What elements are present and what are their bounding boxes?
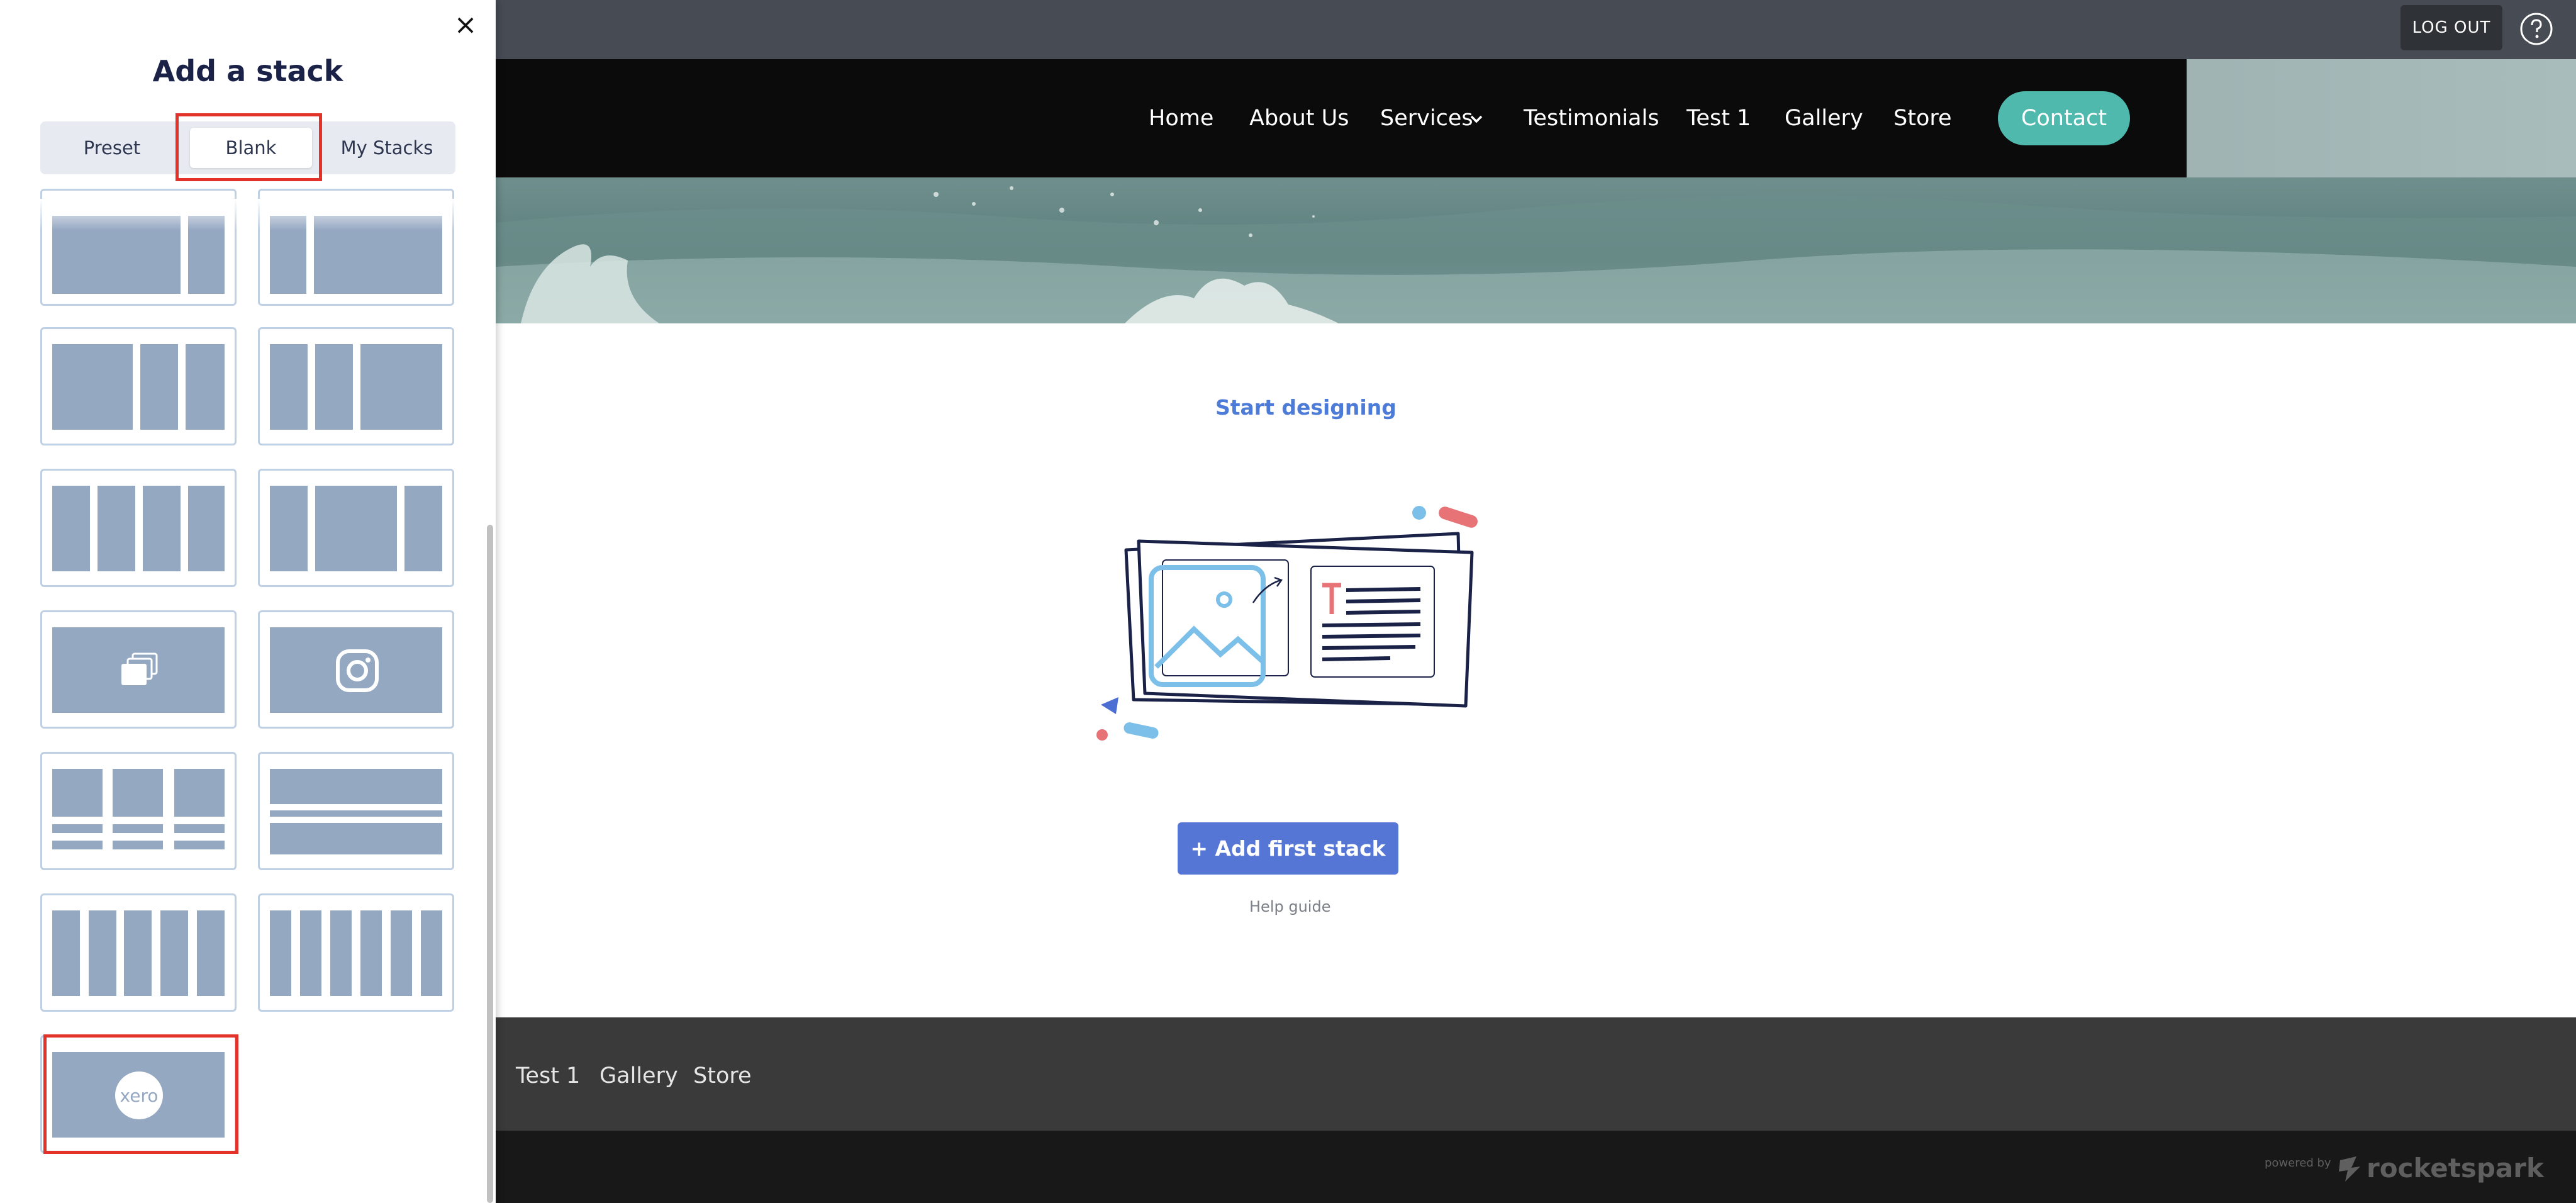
- stack-layout-gallery[interactable]: [40, 610, 237, 729]
- instagram-icon: [336, 649, 379, 692]
- chevron-down-icon: [1470, 115, 1483, 123]
- tab-highlight: [176, 113, 322, 181]
- stack-layout-two-narrow-wide[interactable]: [258, 327, 454, 445]
- stack-layout-wide-two-narrow[interactable]: [40, 327, 237, 445]
- footer-nav-test-1[interactable]: Test 1: [516, 1062, 580, 1090]
- footer-nav: [496, 1017, 2576, 1131]
- scroll-fade: [38, 199, 466, 230]
- nav-services[interactable]: Services: [1380, 104, 1473, 132]
- stack-layout-divider[interactable]: [258, 752, 454, 870]
- footer-nav-gallery[interactable]: Gallery: [599, 1062, 678, 1090]
- start-designing-illustration: [1096, 506, 1478, 741]
- nav-test-1[interactable]: Test 1: [1687, 104, 1751, 132]
- help-icon[interactable]: [2519, 11, 2554, 47]
- stack-layout-four-columns[interactable]: [40, 469, 237, 587]
- rocketspark-brand[interactable]: rocketspark: [2367, 1153, 2544, 1183]
- tab-my-stacks-label: My Stacks: [340, 137, 433, 159]
- gallery-icon: [121, 652, 158, 685]
- add-stack-panel: × Add a stack Preset Blank My Stacks xer…: [0, 0, 496, 1203]
- footer-nav-store[interactable]: Store: [693, 1062, 752, 1090]
- rocketspark-logo-icon: [2339, 1156, 2360, 1182]
- tab-preset-label: Preset: [83, 137, 141, 159]
- stack-layout-six-columns[interactable]: [258, 893, 454, 1012]
- contact-button[interactable]: Contact: [1998, 91, 2130, 145]
- xero-tile-highlight: [43, 1034, 238, 1154]
- tab-my-stacks[interactable]: My Stacks: [318, 121, 455, 174]
- stack-layout-instagram[interactable]: [258, 610, 454, 729]
- add-first-stack-button[interactable]: + Add first stack: [1178, 822, 1398, 875]
- panel-title: Add a stack: [152, 54, 343, 88]
- panel-scrollbar-thumb[interactable]: [487, 525, 493, 1203]
- nav-testimonials[interactable]: Testimonials: [1524, 104, 1659, 132]
- tab-preset[interactable]: Preset: [40, 121, 184, 174]
- nav-store[interactable]: Store: [1893, 104, 1952, 132]
- nav-home[interactable]: Home: [1149, 104, 1213, 132]
- footer-bottom: [496, 1131, 2576, 1203]
- stack-layout-five-columns[interactable]: [40, 893, 237, 1012]
- nav-services-label: Services: [1380, 106, 1473, 131]
- powered-by-label: powered by: [2265, 1156, 2331, 1170]
- nav-gallery[interactable]: Gallery: [1785, 104, 1863, 132]
- stack-layout-narrow-wide-narrow[interactable]: [258, 469, 454, 587]
- logout-button[interactable]: LOG OUT: [2400, 5, 2502, 50]
- stack-layout-three-cards[interactable]: [40, 752, 237, 870]
- start-designing-heading: Start designing: [1215, 395, 1397, 420]
- close-icon[interactable]: ×: [453, 11, 478, 39]
- nav-about-us[interactable]: About Us: [1249, 104, 1349, 132]
- help-guide-link[interactable]: Help guide: [1249, 898, 1330, 915]
